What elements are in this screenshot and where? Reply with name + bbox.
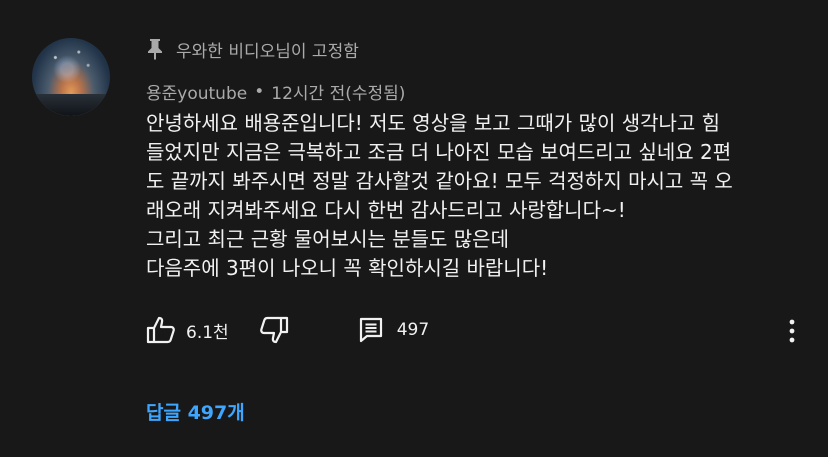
more-vert-icon (780, 319, 804, 350)
thumbs-up-icon (146, 316, 176, 344)
author-name[interactable]: 용준youtube (146, 79, 247, 104)
pinned-text: 우와한 비디오님이 고정함 (176, 41, 359, 62)
comment-time[interactable]: 12시간 전(수정됨) (271, 79, 405, 104)
comment-icon (359, 317, 383, 343)
comment-line: 래오래 지켜봐주세요 다시 한번 감사드리고 사랑합니다~! (146, 198, 626, 222)
like-count: 6.1천 (186, 322, 229, 343)
view-replies-link[interactable]: 답글 497개 (146, 398, 245, 425)
reply-count: 497 (396, 320, 430, 340)
pinned-label: 우와한 비디오님이 고정함 (146, 36, 359, 62)
like-button[interactable]: 6.1천 (146, 316, 229, 344)
comment-card: 우와한 비디오님이 고정함 용준youtube • 12시간 전(수정됨) 안녕… (0, 0, 828, 457)
dislike-button[interactable] (259, 316, 289, 344)
thumbs-down-icon (259, 316, 289, 344)
comment-line: 다음주에 3편이 나오니 꼭 확인하시길 바랍니다! (146, 256, 549, 280)
more-options-button[interactable] (780, 316, 804, 346)
comment-actions: 6.1천 497 (146, 314, 429, 346)
comment-text: 안녕하세요 배용준입니다! 저도 영상을 보고 그때가 많이 생각나고 힘 들었… (146, 109, 806, 283)
pin-icon (146, 38, 164, 60)
avatar-ground (32, 94, 110, 116)
comment-line: 들었지만 지금은 극복하고 조금 더 나아진 모습 보여드리고 싶네요 2편 (146, 140, 732, 164)
comment-line: 안녕하세요 배용준입니다! 저도 영상을 보고 그때가 많이 생각나고 힘 (146, 111, 721, 135)
meta-separator: • (254, 81, 265, 102)
comment-meta: 용준youtube • 12시간 전(수정됨) (146, 79, 405, 105)
comment-line: 도 끝까지 봐주시면 정말 감사할것 같아요! 모두 걱정하지 마시고 꼭 오 (146, 169, 733, 193)
reply-button[interactable]: 497 (359, 317, 429, 343)
comment-line: 그리고 최근 근황 물어보시는 분들도 많은데 (146, 227, 509, 251)
avatar[interactable] (32, 38, 110, 116)
